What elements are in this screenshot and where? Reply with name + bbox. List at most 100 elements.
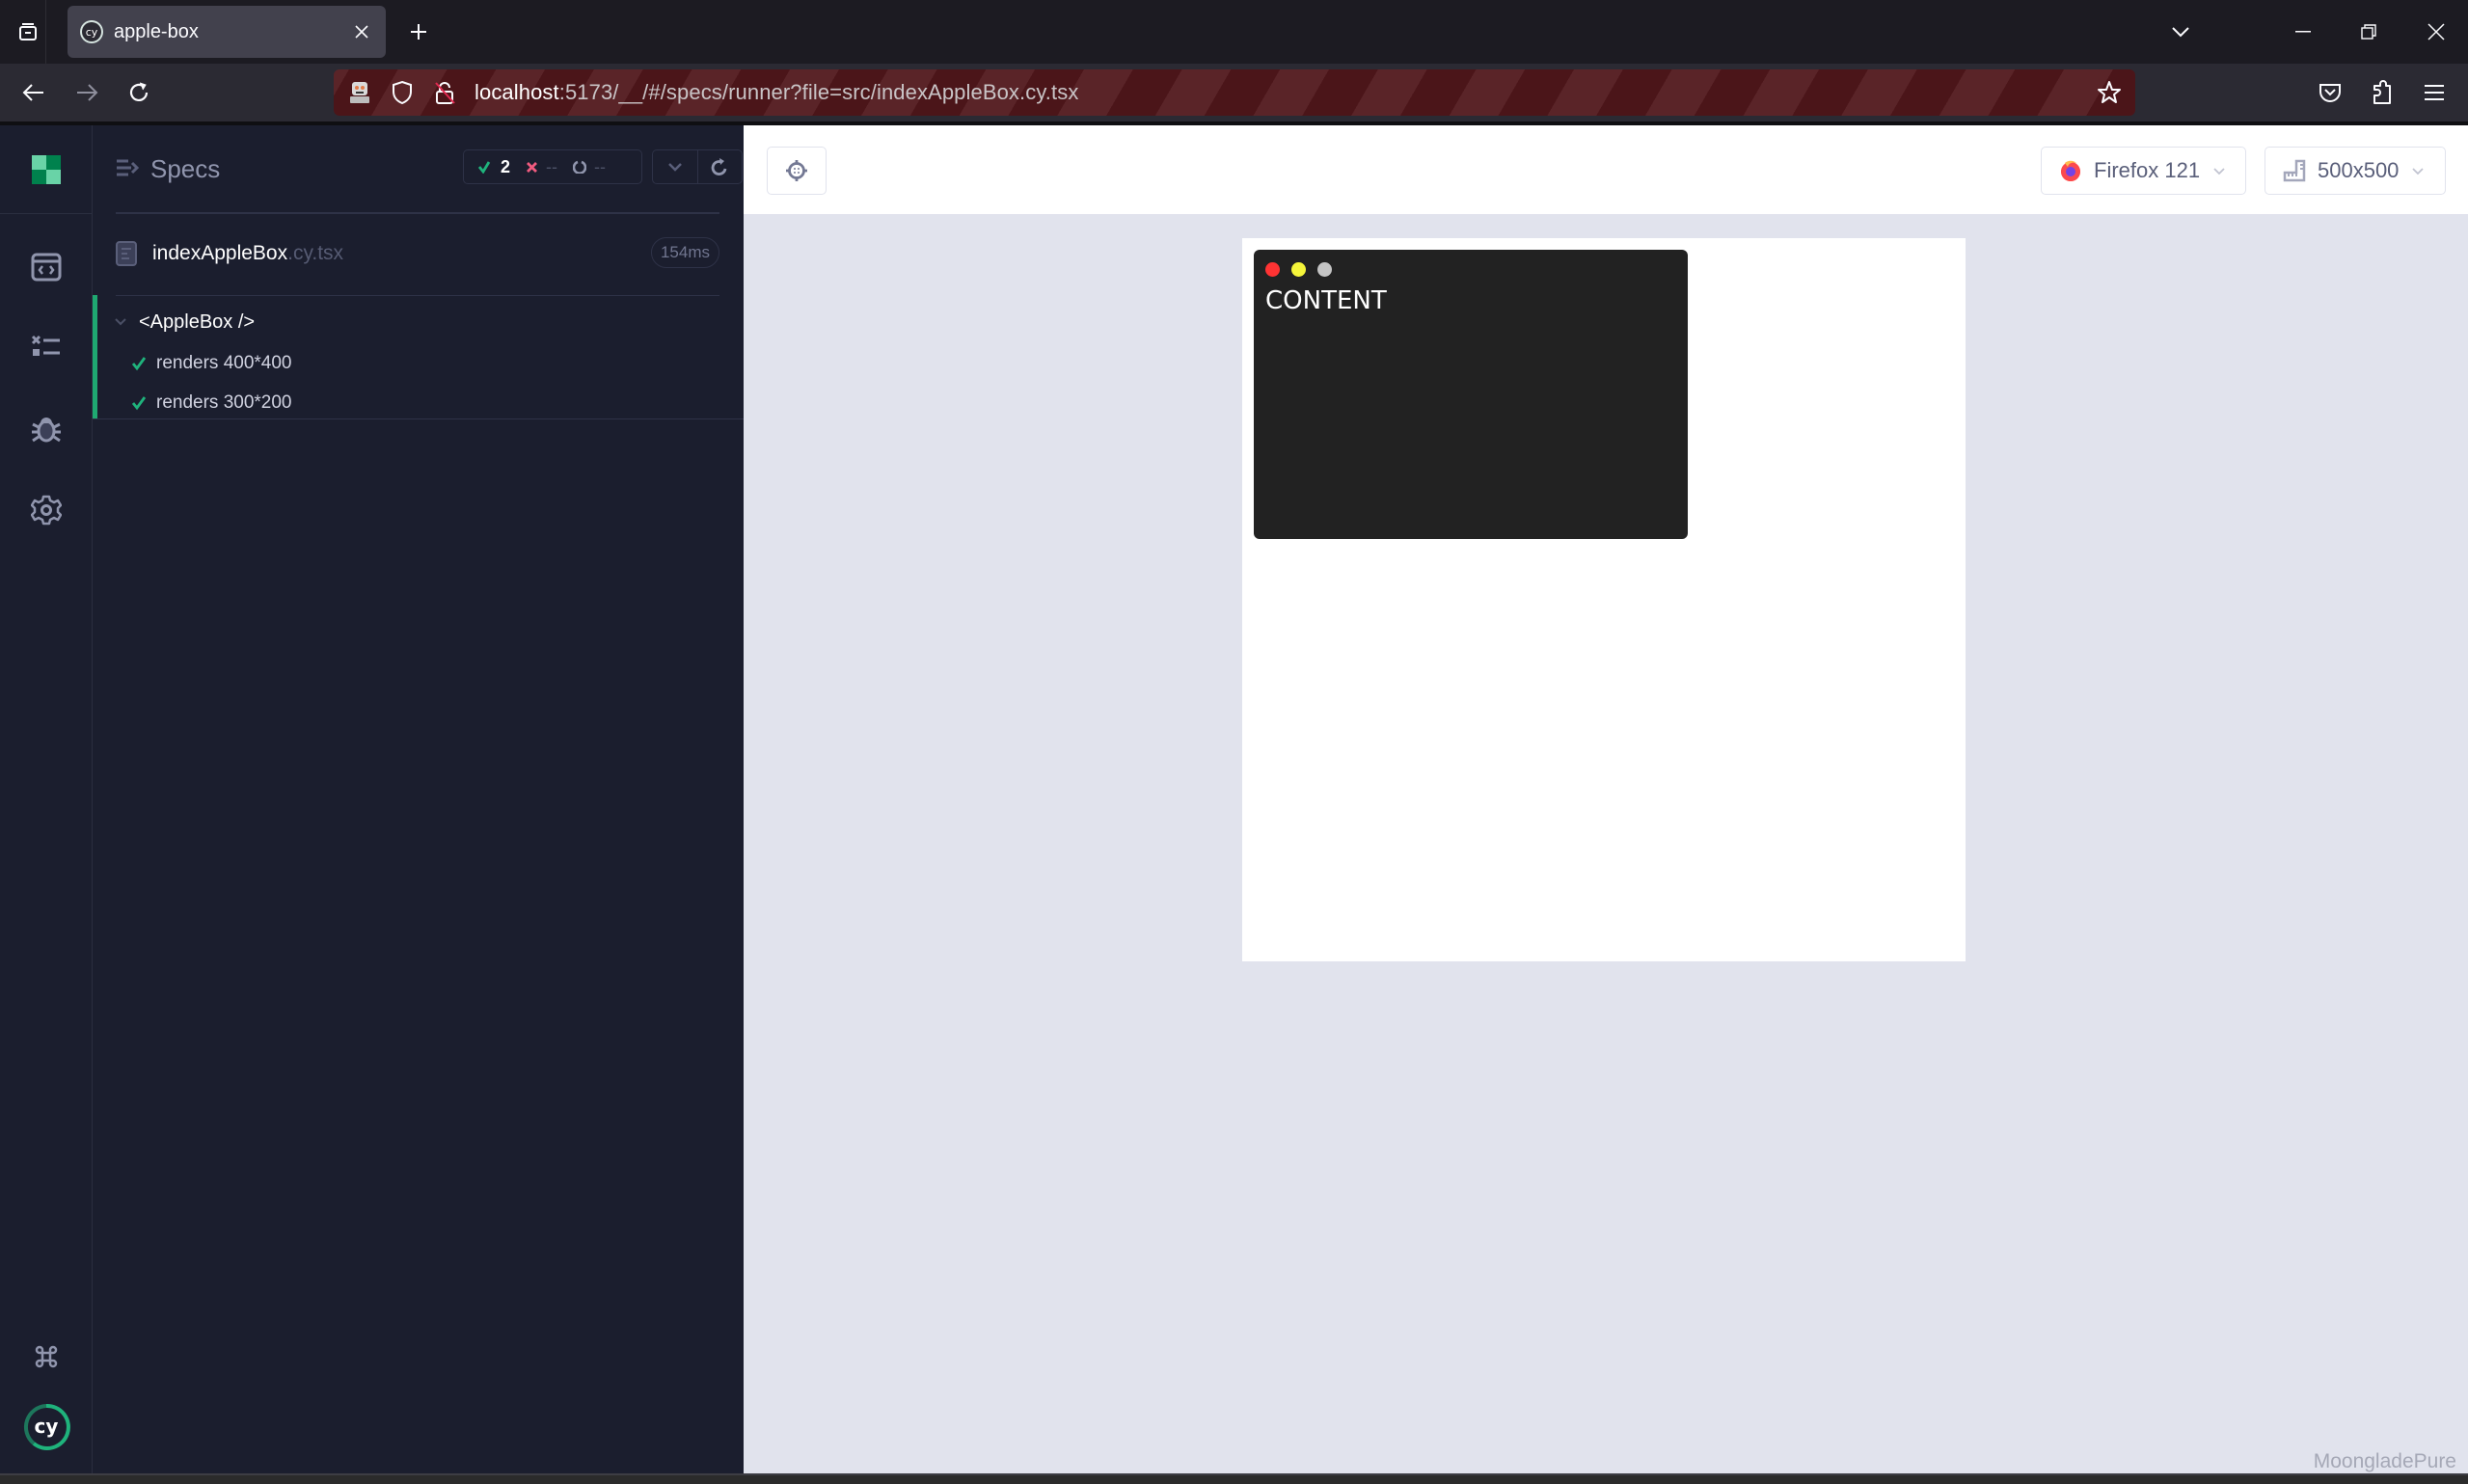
test-row[interactable]: renders 300*200 [131,387,292,419]
browser-tab-strip: cy apple-box [0,0,2468,64]
new-tab-button[interactable] [403,16,434,47]
reload-icon [711,157,728,176]
pending-spinner-icon [573,160,587,174]
chevron-down-icon [2410,163,2426,178]
bookmark-star-button[interactable] [2093,76,2126,109]
aut-runner: Firefox 121 500x500 CONTENT MoongladePur… [744,125,2468,1473]
command-icon [34,1344,59,1369]
bug-icon [31,414,62,445]
red-dot [1265,262,1280,277]
puzzle-icon [2371,80,2394,105]
tab-list-button[interactable] [12,16,44,47]
testing-preferences-button[interactable] [653,150,697,183]
chevron-down-icon [667,162,683,172]
svg-text:cy: cy [86,26,98,39]
window-bottom-bar [0,1473,2468,1484]
watermark: MoongladePure [2313,1450,2456,1472]
insecure-lock-icon[interactable] [428,76,461,109]
app-menu-button[interactable] [2417,75,2452,110]
yellow-dot [1291,262,1306,277]
nav-runs[interactable] [27,248,66,286]
spec-file-name: indexAppleBox [152,242,288,264]
pocket-icon [2319,82,2342,103]
selector-playground-button[interactable] [767,147,827,195]
check-icon [131,356,147,371]
suite-row[interactable]: <AppleBox /> [114,305,255,339]
nav-settings[interactable] [27,491,66,529]
cypress-app: cy Specs 2 -- -- indexAppleBox .cy.tsx 1… [0,125,2468,1473]
nav-specs[interactable] [27,328,66,366]
keyboard-shortcuts-button[interactable] [27,1337,66,1376]
close-icon [354,24,369,40]
pocket-button[interactable] [2313,75,2347,110]
x-icon [526,161,538,174]
divider [116,295,719,296]
url-path: :5173/__/#/specs/runner?file=src/indexAp… [558,80,1079,104]
minimize-icon [2295,31,2311,33]
restore-button[interactable] [2349,13,2388,51]
list-all-tabs-button[interactable] [2166,17,2195,46]
failed-count: -- [546,156,558,176]
apple-box-component: CONTENT [1254,250,1688,539]
gear-icon [31,495,62,526]
nav-debug[interactable] [27,410,66,448]
passed-count: 2 [501,156,511,176]
specs-panel: Specs 2 -- -- indexAppleBox .cy.tsx 154m… [93,125,744,1473]
pending-count: -- [594,156,607,176]
spec-file-row[interactable]: indexAppleBox .cy.tsx 154ms [116,231,719,276]
cypress-left-nav: cy [0,125,93,1473]
cypress-logo[interactable]: cy [21,1402,71,1452]
test-title: renders 300*200 [156,392,292,413]
run-controls [652,149,743,184]
runner-header: Firefox 121 500x500 [744,125,2468,214]
project-logo-icon [31,154,61,184]
tab-separator [45,0,46,64]
aut-iframe[interactable]: CONTENT [1242,238,1966,961]
collapse-specs-list-icon[interactable] [116,157,139,180]
tab-title: apple-box [114,20,199,42]
window-close-button[interactable] [2417,13,2455,51]
viewport-select[interactable]: 500x500 [2265,147,2446,195]
divider [93,418,744,419]
spec-file-extension: .cy.tsx [287,242,344,264]
rerun-button[interactable] [696,150,743,183]
check-icon [131,395,147,411]
back-button[interactable] [16,75,51,110]
apple-box-content: CONTENT [1265,286,1387,315]
firefox-icon [2059,159,2082,182]
reload-button[interactable] [122,75,156,110]
star-icon [2098,81,2121,103]
address-bar[interactable]: localhost:5173/__/#/specs/runner?file=sr… [334,69,2135,116]
tab-apple-box[interactable]: cy apple-box [68,6,386,58]
reload-icon [127,81,150,104]
check-icon [477,160,491,174]
specs-title[interactable]: Specs [150,154,220,184]
window-dots [1265,262,1343,277]
spec-duration-badge: 154ms [650,237,719,268]
crosshair-icon [785,159,808,182]
extensions-button[interactable] [2365,75,2400,110]
tab-close-button[interactable] [347,17,376,46]
stat-pending: -- [573,157,606,177]
shield-icon[interactable] [386,76,419,109]
suite-status-bar [93,295,97,418]
viewport-label: 500x500 [2318,158,2400,182]
arrow-right-icon [75,83,98,102]
restore-icon [2361,24,2376,40]
stat-passed: 2 [477,157,510,177]
chevron-down-icon [2171,25,2190,39]
browser-label: Firefox 121 [2094,158,2201,182]
browser-select[interactable]: Firefox 121 [2041,147,2246,195]
url-host: localhost [475,80,559,104]
project-logo[interactable] [0,125,92,214]
test-row[interactable]: renders 400*400 [131,347,292,380]
suite-block: <AppleBox /> renders 400*400 renders 300… [93,295,744,420]
test-title: renders 400*400 [156,353,292,373]
minimize-button[interactable] [2284,13,2322,51]
forward-button[interactable] [69,75,104,110]
url-text[interactable]: localhost:5173/__/#/specs/runner?file=sr… [475,80,1078,105]
chevron-down-icon [2211,163,2227,178]
robot-icon [343,76,376,109]
code-window-icon [31,253,62,282]
hamburger-icon [2424,84,2445,101]
